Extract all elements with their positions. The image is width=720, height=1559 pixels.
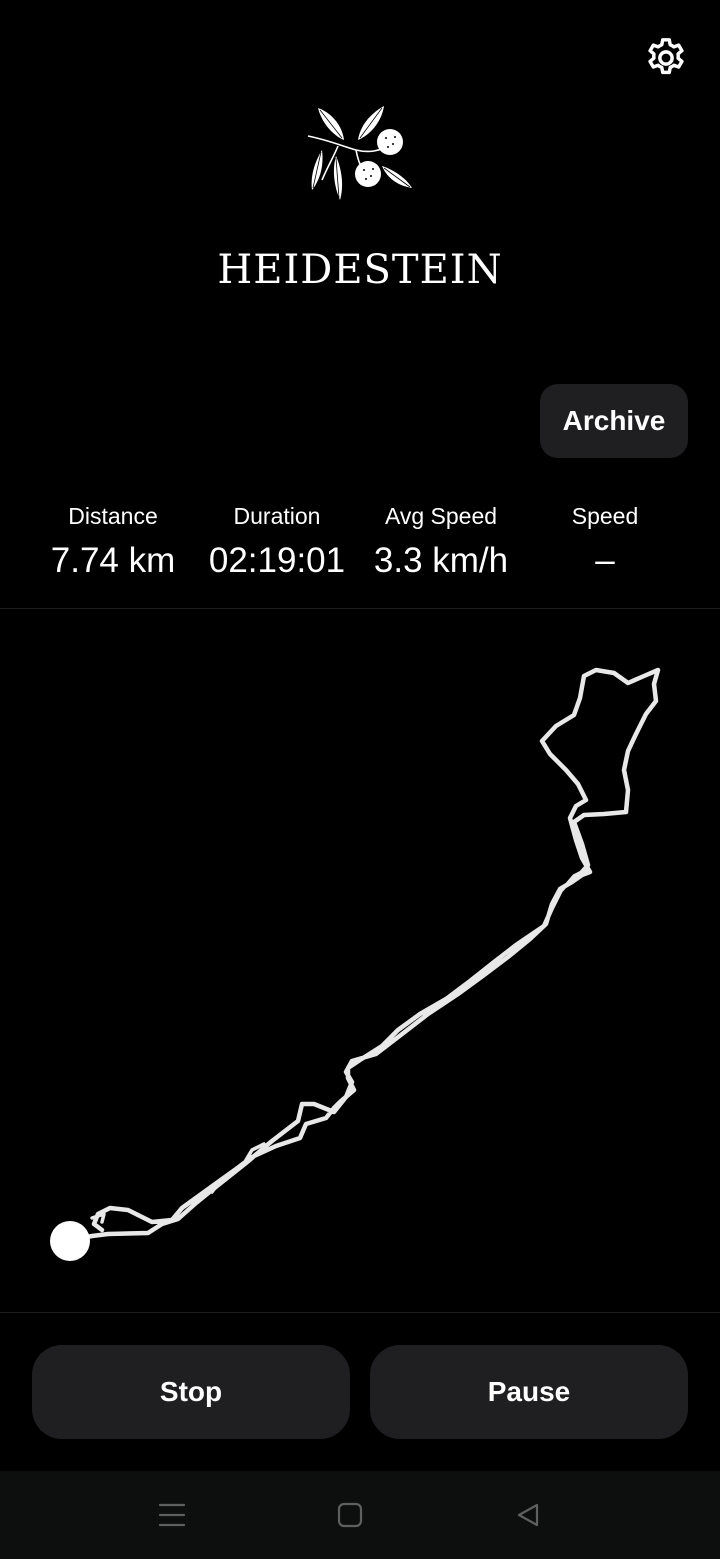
route-track-overlap [90,868,588,1224]
stat-label: Duration [233,503,321,529]
gear-icon [648,38,684,75]
stat-label: Distance [68,503,158,529]
stats-row: Distance 7.74 km Duration 02:19:01 Avg S… [0,498,720,598]
stop-button[interactable]: Stop [32,1345,350,1439]
stat-value: – [595,541,615,580]
stat-label: Avg Speed [384,503,498,529]
nav-back-button[interactable] [488,1471,568,1559]
stat-speed: Speed – [520,498,690,588]
app-title: HEIDESTEIN [217,247,503,293]
pause-button[interactable]: Pause [370,1345,688,1439]
route-track [67,667,661,1243]
nav-home-button[interactable] [310,1471,390,1559]
back-icon [517,1503,539,1527]
nav-menu-button[interactable] [132,1471,212,1559]
app-logo [298,100,422,206]
stat-value: 3.3 km/h [373,541,509,580]
stat-avg-speed: Avg Speed 3.3 km/h [356,498,526,588]
system-nav-bar [0,1471,720,1559]
route-map[interactable] [0,609,720,1312]
menu-icon [158,1503,186,1527]
stat-label: Speed [571,503,639,529]
divider-bottom [0,1312,720,1313]
stat-value: 02:19:01 [208,541,346,580]
route-map-canvas [50,667,661,1261]
stat-distance: Distance 7.74 km [28,498,198,588]
current-position-dot [50,1221,90,1261]
stat-value: 7.74 km [50,541,176,580]
chestnut-branch-logo [307,106,412,200]
stat-duration: Duration 02:19:01 [192,498,362,588]
archive-button[interactable]: Archive [540,384,688,458]
settings-button[interactable] [640,32,692,84]
home-icon [337,1502,363,1528]
